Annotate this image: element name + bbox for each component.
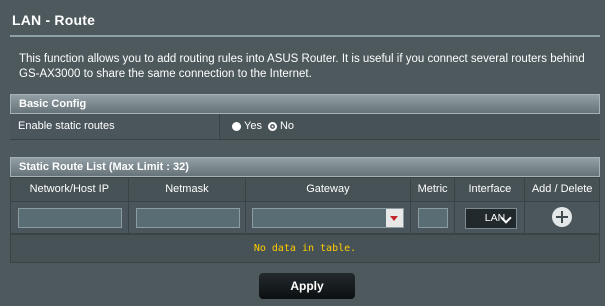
gateway-combo[interactable] [252, 208, 405, 228]
enable-static-routes-row: Enable static routes Yes No [10, 114, 600, 140]
netmask-input[interactable] [135, 208, 240, 228]
static-route-list-section: Static Route List (Max Limit : 32) Netwo… [10, 157, 600, 263]
basic-config-header: Basic Config [10, 94, 600, 114]
col-network-ip: Network/Host IP [11, 178, 129, 202]
lan-route-page: LAN - Route This function allows you to … [0, 0, 605, 306]
radio-no-label[interactable]: No [280, 114, 294, 139]
col-add-delete: Add / Delete [525, 178, 599, 202]
enable-static-routes-options: Yes No [232, 114, 300, 139]
apply-button[interactable]: Apply [259, 273, 355, 299]
col-metric: Metric [410, 178, 456, 202]
triangle-down-icon[interactable] [386, 209, 404, 227]
page-title: LAN - Route [12, 12, 96, 28]
route-table: Network/Host IP Netmask Gateway Metric I… [10, 177, 600, 263]
basic-config-section: Basic Config Enable static routes Yes No [10, 94, 600, 140]
route-input-row: LAN [11, 202, 599, 234]
col-interface: Interface [455, 178, 526, 202]
add-delete-cell [525, 202, 599, 234]
enable-static-routes-label: Enable static routes [10, 114, 220, 139]
col-gateway: Gateway [246, 178, 411, 202]
network-ip-cell [11, 202, 129, 234]
radio-yes-label[interactable]: Yes [244, 114, 262, 139]
radio-no[interactable] [267, 122, 277, 131]
interface-cell: LAN [455, 202, 526, 234]
netmask-cell [128, 202, 247, 234]
title-divider [10, 35, 600, 37]
network-ip-input[interactable] [18, 208, 122, 228]
gateway-cell [246, 202, 411, 234]
plus-circle-icon[interactable] [552, 207, 573, 227]
empty-table-message: No data in table. [11, 234, 599, 262]
metric-input[interactable] [417, 208, 448, 228]
page-description: This function allows you to add routing … [19, 53, 585, 80]
route-table-header: Network/Host IP Netmask Gateway Metric I… [11, 178, 599, 202]
metric-cell [410, 202, 456, 234]
static-route-list-header: Static Route List (Max Limit : 32) [10, 157, 600, 177]
interface-select[interactable]: LAN [465, 208, 518, 229]
radio-yes[interactable] [232, 122, 241, 131]
col-netmask: Netmask [128, 178, 247, 202]
